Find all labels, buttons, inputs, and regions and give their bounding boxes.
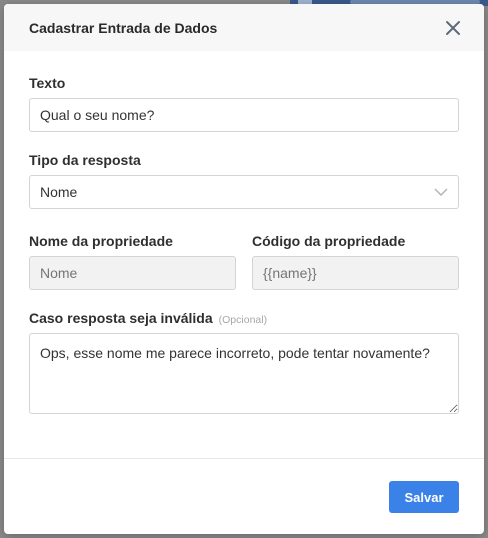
modal-header: Cadastrar Entrada de Dados [4, 4, 484, 51]
nome-propriedade-group: Nome da propriedade [29, 233, 236, 290]
property-row: Nome da propriedade Código da propriedad… [29, 233, 459, 290]
tipo-resposta-select[interactable]: Nome [29, 175, 459, 209]
texto-input[interactable] [29, 98, 459, 132]
close-icon [446, 20, 460, 35]
data-entry-modal: Cadastrar Entrada de Dados Texto Tipo da… [4, 4, 484, 534]
tipo-resposta-label: Tipo da resposta [29, 152, 141, 168]
codigo-propriedade-group: Código da propriedade [252, 233, 459, 290]
save-button[interactable]: Salvar [389, 481, 459, 513]
resposta-invalida-label: Caso resposta seja inválida (Opcional) [29, 310, 459, 326]
modal-body: Texto Tipo da resposta Nome Nome da prop… [4, 51, 484, 458]
texto-label: Texto [29, 75, 66, 91]
codigo-propriedade-input [252, 256, 459, 290]
nome-propriedade-label: Nome da propriedade [29, 233, 173, 249]
close-button[interactable] [442, 17, 464, 39]
resposta-invalida-label-text: Caso resposta seja inválida [29, 310, 213, 326]
modal-footer: Salvar [4, 459, 484, 513]
resposta-invalida-textarea[interactable]: Ops, esse nome me parece incorreto, pode… [29, 333, 459, 414]
optional-tag: (Opcional) [218, 314, 268, 326]
tipo-resposta-value: Nome [40, 184, 78, 200]
chevron-down-icon [434, 188, 448, 196]
codigo-propriedade-label: Código da propriedade [252, 233, 406, 249]
modal-title: Cadastrar Entrada de Dados [29, 19, 218, 36]
nome-propriedade-input [29, 256, 236, 290]
